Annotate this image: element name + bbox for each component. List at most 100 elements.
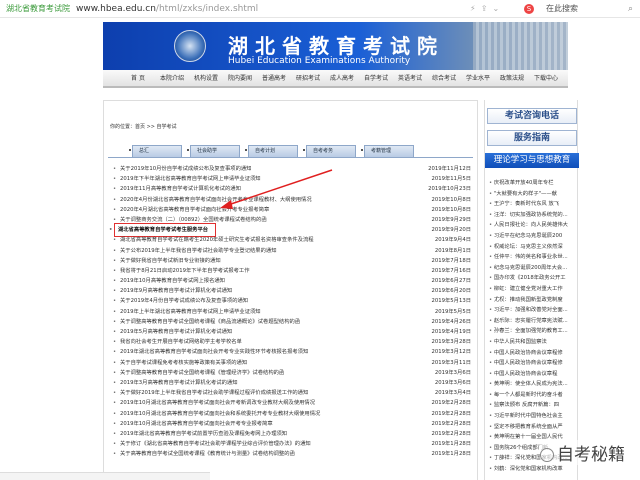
sidebar-link[interactable]: 中国人民政治协商会议章程	[489, 369, 577, 380]
news-title-link[interactable]: 关于高等教育自学考试全国统考课程《教育统计与测量》试卷结构调整的函	[113, 449, 295, 459]
sidebar-link[interactable]: 赵乐际：忠实履行党章宪法赋...	[489, 316, 577, 327]
news-title-link[interactable]: 关于做好我省自学考试新旧专业衔接的通知	[113, 256, 221, 266]
news-row[interactable]: 我省将于8月21日启动2019年下半年自学考试报考工作 2019年7月16日	[110, 266, 475, 276]
news-row[interactable]: 关于公布2019年上半年我省自学考试社会助学专业登记结果的通知 2019年8月1日	[110, 246, 475, 256]
browser-address-bar[interactable]: 湖北省教育考试院 www.hbea.edu.cn/html/zxks/index…	[0, 0, 640, 18]
news-row[interactable]: 2019年10月高等教育自学考试网上报名通知 2019年6月27日	[110, 276, 475, 286]
search-input[interactable]: 在此搜索	[546, 0, 578, 18]
sidebar-link[interactable]: 中华人民共和国监察法	[489, 337, 577, 348]
search-engine-icon[interactable]: S	[524, 4, 534, 14]
sidebar-link[interactable]: 纪念马克思诞辰200周年大会...	[489, 263, 577, 274]
nav-item[interactable]: 政策法规	[495, 70, 529, 86]
sidebar-link[interactable]: 习近平：加强和改善党对全面...	[489, 305, 577, 316]
sidebar-link[interactable]: 监察法颁布 反腐开新篇：四	[489, 400, 577, 411]
news-title-link[interactable]: 关于调整高等教育自学考试全国统考课程《商品流通概论》试卷题型结构的函	[113, 317, 300, 327]
news-row[interactable]: 湖北省高等教育自学考试在籍考生2020年硕士研究生考试报名资格审查条件及流程 20…	[110, 235, 475, 245]
site-banner: 湖北省教育考试院 Hubei Education Examinations Au…	[103, 22, 568, 70]
news-title-link[interactable]: 关于修订《湖北省高等教育自学考试社会助学课程学业综合评价管理办法》的通知	[113, 439, 311, 449]
sidebar-link[interactable]: 坚定不移把教育系统全面从严	[489, 422, 577, 433]
news-title-link[interactable]: 我省将于8月21日启动2019年下半年自学考试报考工作	[113, 266, 250, 276]
nav-item[interactable]: 下载中心	[529, 70, 563, 86]
nav-item[interactable]: 普通高考	[257, 70, 291, 86]
news-title-link[interactable]: 2019年上半年湖北省高等教育自学考试网上申请毕业证须知	[113, 307, 261, 317]
sidebar-link[interactable]: 刘鹤：深化党和国家机构改革	[489, 464, 577, 475]
news-title-link[interactable]: 关于公布2019年上半年我省自学考试社会助学专业登记结果的通知	[113, 246, 276, 256]
tab-4[interactable]: 考籍管理	[361, 145, 414, 157]
toolbar-icons[interactable]: ⚡ ⇪ ⌄	[470, 0, 499, 18]
nav-item[interactable]: 本院介绍	[155, 70, 189, 86]
news-date: 2019年3月6日	[434, 369, 471, 376]
sidebar-link[interactable]: 黄坤明：使全体人民成为宪法...	[489, 379, 577, 390]
news-title-link[interactable]: 关于调整高等教育自学考试全国统考课程《管理经济学》试卷结构的函	[113, 368, 284, 378]
news-row[interactable]: 关于高等教育自学考试全国统考课程《教育统计与测量》试卷结构调整的函 2019年1月…	[110, 449, 475, 459]
nav-item[interactable]: 机构设置	[189, 70, 223, 86]
sidebar-link[interactable]: 王沪宁：奏新时代东风 放飞	[489, 199, 577, 210]
sidebar-link[interactable]: 庆祝改革开放40周年专栏	[489, 178, 577, 189]
sidebar-link[interactable]: 习近平在纪念马克思诞辰200	[489, 231, 577, 242]
nav-item[interactable]: 英语考试	[393, 70, 427, 86]
sidebar-link[interactable]: 中国人民政治协商会议章程修	[489, 348, 577, 359]
sidebar-link[interactable]: 任仲平：伟的英名和事业永世...	[489, 252, 577, 263]
news-title-link[interactable]: 2019年10月湖北省高等教育自学考试面向社会和系统委托开考专业教材大纲使用情况	[113, 409, 320, 419]
nav-item[interactable]: 院内要闻	[223, 70, 257, 86]
news-title-link[interactable]: 湖北省高等教育自学考试在籍考生2020年硕士研究生考试报名资格审查条件及流程	[113, 235, 314, 245]
news-title-link[interactable]: 2019年10月湖北省高等教育自学考试面向社会开考新调改专业教材大纲及使用情况	[113, 398, 315, 408]
sidebar-link[interactable]: 尤权：推动我国新型政党制度	[489, 295, 577, 306]
sidebar-link[interactable]: 人民日报社论：向人民英雄伟大	[489, 220, 577, 231]
service-guide-button[interactable]: 服务指南	[487, 130, 577, 146]
nav-item[interactable]: 学业水平	[461, 70, 495, 86]
news-row[interactable]: 关于调整高等教育自学考试全国统考课程《商品流通概论》试卷题型结构的函 2019年4…	[110, 317, 475, 327]
url-field[interactable]: www.hbea.edu.cn/html/zxks/index.shtml	[76, 0, 258, 18]
news-title-link[interactable]: 2019年湖北省高等教育自学考试前置学历查验及课程免考网上办理须知	[113, 429, 287, 439]
news-date: 2019年5月13日	[431, 298, 471, 305]
news-title-link[interactable]: 2019年9月高等教育自学考试计算机化考试通知	[113, 286, 232, 296]
news-row[interactable]: 关于自学考试课程免考考核实施等政策有关事项的通知 2019年3月11日	[110, 358, 475, 368]
nav-item[interactable]: 首 页	[121, 70, 155, 86]
news-title-link[interactable]: 2019年5月高等教育自学考试计算机化考试通知	[113, 327, 232, 337]
news-row[interactable]: 关于调整高等教育自学考试全国统考课程《管理经济学》试卷结构的函 2019年3月6日	[110, 368, 475, 378]
sidebar-link[interactable]: 权威论坛：马克思主义依然深	[489, 242, 577, 253]
news-row[interactable]: 2019年上半年湖北省高等教育自学考试网上申请毕业证须知 2019年5月5日	[110, 307, 475, 317]
sidebar-link[interactable]: 国办印发《2018年政务公开工	[489, 273, 577, 284]
exam-hotline-button[interactable]: 考试咨询电话	[487, 108, 577, 124]
news-row[interactable]: 2019年10月湖北省高等教育自学考试面向社会开考专业报考简章 2019年2月28…	[110, 419, 475, 429]
news-row[interactable]: 关于做好2019年上半年我省自学考试社会助学课程过程评价成绩报送工作的通知 201…	[110, 388, 475, 398]
news-row[interactable]: 关于修订《湖北省高等教育自学考试社会助学课程学业综合评价管理办法》的通知 2019…	[110, 439, 475, 449]
news-date: 2019年1月28日	[431, 441, 471, 448]
news-title-link[interactable]: 2019年10月高等教育自学考试网上报名通知	[113, 276, 225, 286]
news-title-link[interactable]: 我省向社会考生开展自学考试网络助学主考学校名单	[113, 337, 242, 347]
sidebar-link[interactable]: 每一个人都是新时代的奋斗者	[489, 390, 577, 401]
news-title-link[interactable]: 关于做好2019年上半年我省自学考试社会助学课程过程评价成绩报送工作的通知	[113, 388, 308, 398]
sidebar-link[interactable]: 习近平新时代中国特色社会主	[489, 411, 577, 422]
tab-3[interactable]: 自考考务	[303, 145, 356, 157]
news-row[interactable]: 2019年湖北省高等教育自学考试前置学历查验及课程免考网上办理须知 2019年2月…	[110, 429, 475, 439]
sidebar-heading: 理论学习与思想教育	[485, 153, 579, 168]
sidebar-link[interactable]: 柳虹：建立健全党对重大工作	[489, 284, 577, 295]
news-row[interactable]: 关于2019年4月份自学考试成绩公布及复查事项的通知 2019年5月13日	[110, 296, 475, 306]
news-row[interactable]: 2019年3月高等教育自学考试计算机化考试的通知 2019年3月6日	[110, 378, 475, 388]
news-title-link[interactable]: 关于2019年4月份自学考试成绩公布及复查事项的通知	[113, 296, 248, 306]
news-row[interactable]: 2019年湖北省高等教育自学考试面向社会开考专业实践性环节考核报名报考须知 201…	[110, 347, 475, 357]
sidebar-link[interactable]: 孙春兰：全面加强党的教育工...	[489, 326, 577, 337]
nav-item[interactable]: 综合考试	[427, 70, 461, 86]
sidebar-link[interactable]: 中国人民政治协商会议章程修	[489, 358, 577, 369]
tab-1[interactable]: 社会助学	[187, 145, 240, 157]
news-row[interactable]: 我省向社会考生开展自学考试网络助学主考学校名单 2019年3月28日	[110, 337, 475, 347]
search-icon[interactable]: ⌕	[628, 0, 633, 18]
sidebar-link[interactable]: 汪洋：切实加强政协系统党的...	[489, 210, 577, 221]
news-row[interactable]: 关于做好我省自学考试新旧专业衔接的通知 2019年7月18日	[110, 256, 475, 266]
news-row[interactable]: 2019年5月高等教育自学考试计算机化考试通知 2019年4月19日	[110, 327, 475, 337]
tab-0[interactable]: 总汇	[129, 145, 182, 157]
news-title-link[interactable]: 2019年湖北省高等教育自学考试面向社会开考专业实践性环节考核报名报考须知	[113, 347, 308, 357]
news-title-link[interactable]: 2019年3月高等教育自学考试计算机化考试的通知	[113, 378, 237, 388]
nav-item[interactable]: 自学考试	[359, 70, 393, 86]
nav-item[interactable]: 研招考试	[291, 70, 325, 86]
news-title-link[interactable]: 2019年10月湖北省高等教育自学考试面向社会开考专业报考简章	[113, 419, 273, 429]
nav-item[interactable]: 成人高考	[325, 70, 359, 86]
news-title-link[interactable]: 关于自学考试课程免考考核实施等政策有关事项的通知	[113, 358, 247, 368]
news-row[interactable]: 2019年10月湖北省高等教育自学考试面向社会和系统委托开考专业教材大纲使用情况…	[110, 409, 475, 419]
news-row[interactable]: 2019年10月湖北省高等教育自学考试面向社会开考新调改专业教材大纲及使用情况 2…	[110, 398, 475, 408]
sidebar-link[interactable]: "大就要有大的样子"——献	[489, 189, 577, 200]
tab-2[interactable]: 自考计划	[245, 145, 298, 157]
news-row[interactable]: 2019年9月高等教育自学考试计算机化考试通知 2019年6月20日	[110, 286, 475, 296]
